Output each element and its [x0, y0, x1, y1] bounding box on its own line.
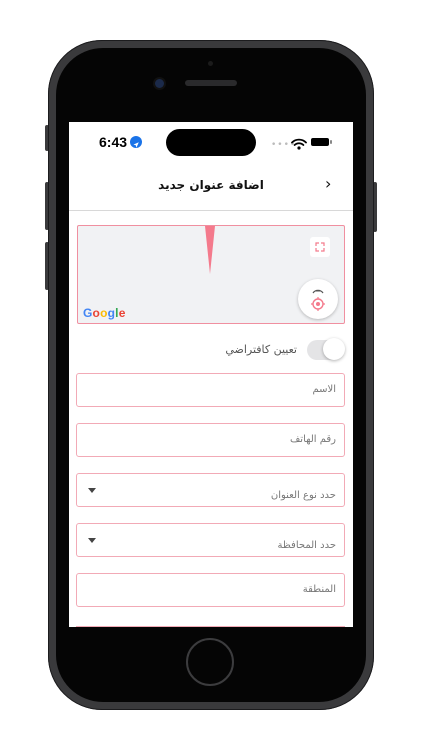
- toggle-knob[interactable]: [323, 338, 345, 360]
- caret-down-icon: [88, 538, 96, 543]
- front-camera: [155, 79, 164, 88]
- home-button[interactable]: [186, 638, 234, 686]
- battery-icon: [311, 138, 332, 146]
- app-screen: 6:43 •••• اضافة عنوان جديد › Google تعيي…: [69, 122, 353, 627]
- crosshair-location-icon: [311, 289, 325, 311]
- governorate-select[interactable]: حدد المحافظة: [76, 523, 345, 557]
- status-bar: 6:43 ••••: [69, 122, 353, 162]
- fullscreen-icon[interactable]: [310, 237, 330, 257]
- status-time: 6:43: [99, 134, 128, 150]
- area-placeholder: المنطقة: [302, 584, 336, 595]
- location-arrow-icon: [130, 136, 142, 148]
- locate-me-button[interactable]: [298, 279, 338, 319]
- governorate-value: حدد المحافظة: [277, 540, 336, 551]
- caret-down-icon: [88, 488, 96, 493]
- proximity-sensor: [208, 61, 213, 66]
- area-field[interactable]: المنطقة: [76, 573, 345, 607]
- address-type-value: حدد نوع العنوان: [270, 490, 336, 501]
- map-view[interactable]: Google: [77, 225, 345, 324]
- address-type-select[interactable]: حدد نوع العنوان: [76, 473, 345, 507]
- page-title: اضافة عنوان جديد: [158, 178, 264, 192]
- wifi-icon: [291, 135, 307, 154]
- default-toggle-label: تعيين كافتراضي: [225, 343, 297, 356]
- phone-field[interactable]: رقم الهاتف: [76, 423, 345, 457]
- map-pin-icon: [205, 226, 215, 274]
- dynamic-island: [166, 129, 256, 156]
- chevron-right-icon[interactable]: ›: [325, 174, 331, 193]
- name-placeholder: الاسم: [312, 384, 336, 395]
- google-attribution: Google: [83, 306, 126, 320]
- default-toggle-row: تعيين كافتراضي: [69, 338, 353, 364]
- app-header: اضافة عنوان جديد ›: [69, 162, 353, 211]
- earpiece-speaker: [185, 80, 237, 86]
- next-field-partial[interactable]: [76, 626, 345, 627]
- name-field[interactable]: الاسم: [76, 373, 345, 407]
- phone-placeholder: رقم الهاتف: [289, 434, 336, 445]
